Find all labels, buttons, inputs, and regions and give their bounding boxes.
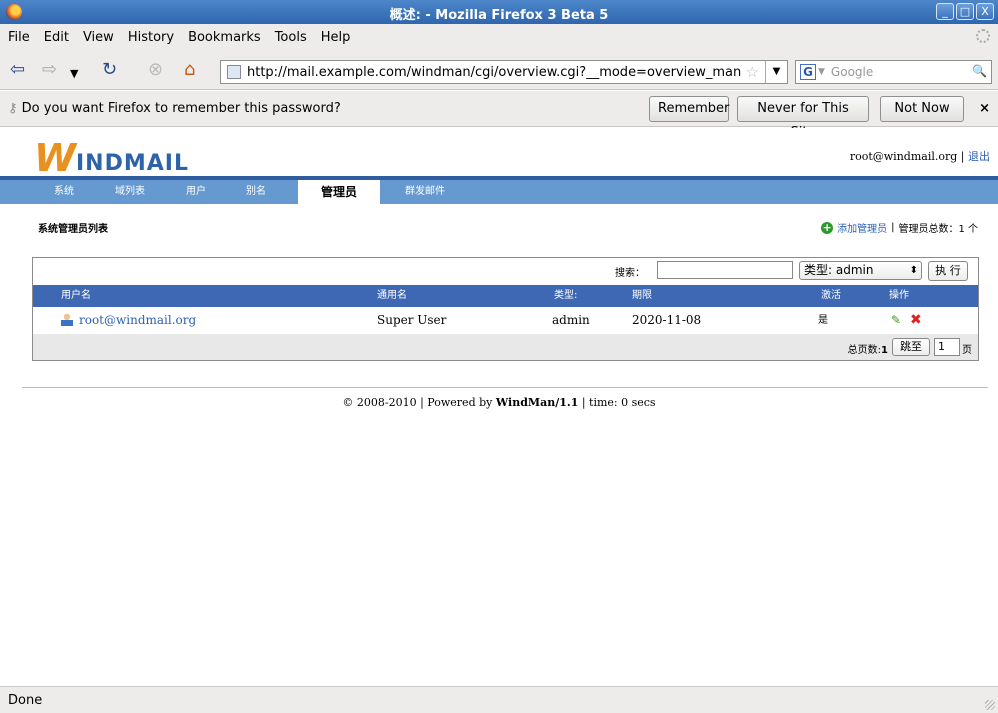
user-email: root@windmail.org: [849, 150, 958, 163]
admin-table: 搜索： 类型: admin ⬍ 执 行 用户名 通用名 类型: 期限 激活 操作…: [32, 257, 979, 361]
forward-arrow-icon[interactable]: ⇨: [42, 60, 57, 80]
col-expiry: 期限: [632, 290, 652, 301]
url-text: http://mail.example.com/windman/cgi/over…: [247, 64, 742, 80]
menu-tools[interactable]: Tools: [275, 30, 307, 45]
col-type: 类型:: [554, 290, 578, 301]
col-common-name: 通用名: [377, 290, 407, 301]
section-title: 系统管理员列表: [38, 224, 108, 235]
main-tab-bar: 系统 域列表 用户 别名 管理员 群发邮件: [0, 180, 998, 204]
minimize-button[interactable]: _: [936, 3, 954, 20]
jump-button[interactable]: 跳至: [892, 338, 930, 356]
window-titlebar: 概述: - Mozilla Firefox 3 Beta 5 _ □ X: [0, 0, 998, 24]
separator: |: [960, 150, 965, 163]
navigation-toolbar: ⇦ ⇨ ▼ ↻ ⊗ ⌂ http://mail.example.com/wind…: [0, 50, 998, 90]
search-placeholder: Google: [830, 65, 874, 79]
key-icon: ⚷: [8, 101, 18, 116]
row-expiry: 2020-11-08: [632, 313, 702, 327]
row-active: 是: [818, 315, 828, 326]
throbber-icon: [976, 29, 990, 43]
page-suffix: 页: [962, 345, 972, 356]
close-window-button[interactable]: X: [976, 3, 994, 20]
user-info: root@windmail.org | 退出: [850, 148, 990, 164]
row-common-name: Super User: [377, 313, 447, 327]
url-dropdown-icon[interactable]: ▼: [765, 61, 787, 83]
menu-file[interactable]: File: [8, 30, 30, 45]
page-content: W INDMAIL root@windmail.org | 退出 系统 域列表 …: [0, 128, 998, 684]
footer-divider: [22, 387, 988, 388]
bookmark-star-icon[interactable]: ☆: [746, 63, 759, 81]
col-actions: 操作: [889, 290, 909, 301]
logo-w: W: [34, 136, 76, 180]
tab-mass-mail[interactable]: 群发邮件: [392, 180, 458, 204]
col-active: 激活: [821, 290, 841, 301]
maximize-button[interactable]: □: [956, 3, 974, 20]
windmail-logo: W INDMAIL: [34, 136, 224, 180]
search-input[interactable]: [657, 261, 793, 279]
page-favicon-icon: [227, 65, 241, 79]
tab-administrators[interactable]: 管理员: [298, 180, 380, 204]
user-icon: [61, 313, 73, 326]
engine-dropdown-icon[interactable]: ▼: [818, 67, 825, 77]
row-username[interactable]: root@windmail.org: [61, 307, 196, 334]
not-now-button[interactable]: Not Now: [880, 96, 964, 122]
menu-history[interactable]: History: [128, 30, 174, 45]
url-bar[interactable]: http://mail.example.com/windman/cgi/over…: [220, 60, 788, 84]
close-notification-icon[interactable]: ×: [979, 101, 990, 116]
table-footer: 总页数:1 跳至 1 页: [33, 334, 978, 360]
add-icon[interactable]: +: [821, 221, 834, 234]
select-arrows-icon: ⬍: [909, 265, 918, 276]
admin-summary: + 添加管理员 | 管理员总数：1 个: [821, 220, 978, 235]
col-username: 用户名: [61, 290, 91, 301]
password-notification-bar: ⚷ Do you want Firefox to remember this p…: [0, 91, 998, 140]
delete-x-icon[interactable]: ✖: [910, 307, 922, 334]
menu-bar: File Edit View History Bookmarks Tools H…: [0, 24, 998, 50]
table-toolbar: 搜索： 类型: admin ⬍ 执 行: [33, 258, 978, 284]
menu-help[interactable]: Help: [321, 30, 351, 45]
tab-system[interactable]: 系统: [44, 180, 84, 204]
home-icon[interactable]: ⌂: [184, 60, 195, 80]
remember-button[interactable]: Remember: [649, 96, 729, 122]
resize-grip-icon[interactable]: [985, 700, 995, 710]
reload-icon[interactable]: ↻: [102, 60, 117, 80]
status-bar: Done: [0, 686, 998, 713]
row-type: admin: [552, 313, 590, 327]
tab-users[interactable]: 用户: [176, 180, 216, 204]
admin-total: 管理员总数：1 个: [898, 224, 978, 235]
search-icon[interactable]: 🔍: [972, 64, 987, 78]
tab-domain-list[interactable]: 域列表: [104, 180, 156, 204]
history-dropdown-icon[interactable]: ▼: [70, 64, 78, 84]
table-row: root@windmail.org Super User admin 2020-…: [33, 307, 978, 334]
separator: |: [891, 222, 895, 233]
window-title: 概述: - Mozilla Firefox 3 Beta 5: [389, 8, 609, 23]
table-header: 用户名 通用名 类型: 期限 激活 操作: [33, 285, 978, 307]
page-number-input[interactable]: 1: [934, 338, 960, 356]
type-select[interactable]: 类型: admin ⬍: [799, 261, 922, 280]
logout-link[interactable]: 退出: [968, 150, 990, 163]
menu-bookmarks[interactable]: Bookmarks: [188, 30, 261, 45]
status-text: Done: [8, 693, 43, 708]
search-label: 搜索：: [615, 268, 645, 279]
window-controls: _ □ X: [936, 3, 994, 20]
tab-aliases[interactable]: 别名: [236, 180, 276, 204]
notification-message: ⚷ Do you want Firefox to remember this p…: [8, 101, 341, 116]
stop-icon[interactable]: ⊗: [148, 60, 163, 80]
search-bar[interactable]: G ▼ Google 🔍: [795, 60, 992, 84]
never-for-site-button[interactable]: Never for This Site: [737, 96, 869, 140]
google-engine-icon[interactable]: G: [800, 64, 816, 80]
add-admin-link[interactable]: 添加管理员: [837, 220, 887, 235]
page-footer: © 2008-2010 | Powered by WindMan/1.1 | t…: [342, 396, 656, 409]
logo-text: INDMAIL: [76, 151, 189, 176]
execute-button[interactable]: 执 行: [928, 261, 968, 281]
edit-pencil-icon[interactable]: ✎: [891, 307, 901, 334]
back-arrow-icon[interactable]: ⇦: [10, 60, 25, 80]
menu-edit[interactable]: Edit: [44, 30, 69, 45]
page-total: 总页数:1: [847, 345, 888, 356]
menu-view[interactable]: View: [83, 30, 114, 45]
